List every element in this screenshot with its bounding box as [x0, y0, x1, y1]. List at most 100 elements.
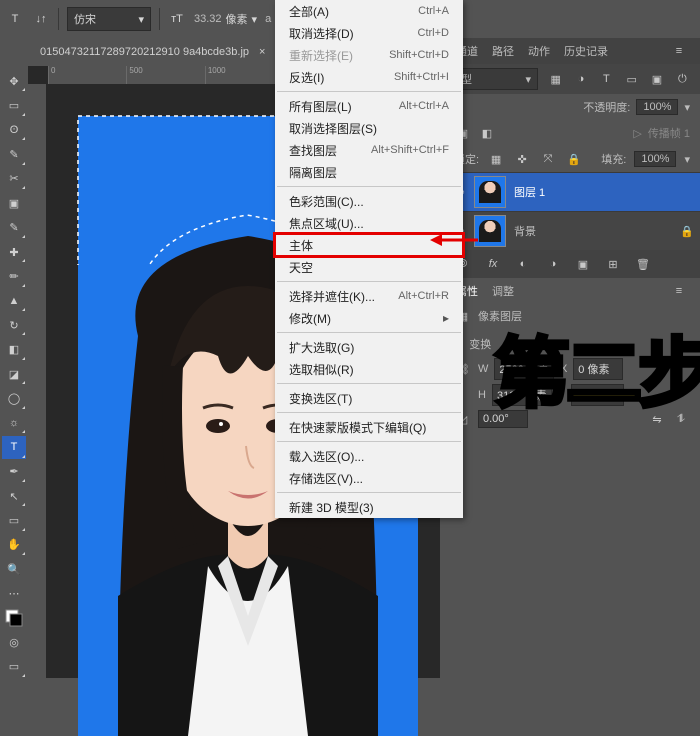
- font-family-value: 仿宋: [74, 11, 96, 27]
- menu-all[interactable]: 全部(A)Ctrl+A: [275, 0, 463, 22]
- filter-toggle-switch[interactable]: ⏻: [675, 70, 690, 88]
- adjustment-icon[interactable]: ◑: [544, 255, 562, 273]
- unify-icon[interactable]: ◧: [478, 124, 496, 142]
- lock-pixels-icon[interactable]: ▦: [487, 150, 505, 168]
- swap-orientation-icon[interactable]: ↓↑: [32, 10, 50, 28]
- layers-list: 👁 图层 1 👁 背景 🔒: [444, 172, 700, 250]
- menu-inverse[interactable]: 反选(I)Shift+Ctrl+I: [275, 66, 463, 88]
- antialias-a1: a: [265, 13, 271, 25]
- layer-thumbnail[interactable]: [474, 215, 506, 247]
- menu-deselect[interactable]: 取消选择(D)Ctrl+D: [275, 22, 463, 44]
- filter-adjust-icon[interactable]: ◑: [573, 70, 588, 88]
- propagate-label: 传播帧 1: [648, 125, 690, 141]
- stamp-tool[interactable]: ▲: [2, 290, 26, 312]
- history-brush-tool[interactable]: ↻: [2, 314, 26, 336]
- filter-shape-icon[interactable]: ▭: [624, 70, 639, 88]
- menu-deselect-layers[interactable]: 取消选择图层(S): [275, 117, 463, 139]
- delete-icon[interactable]: 🗑: [634, 255, 652, 273]
- quick-select-tool[interactable]: ✎: [2, 143, 26, 165]
- filter-type-icon[interactable]: T: [599, 70, 614, 88]
- close-icon[interactable]: ×: [259, 46, 265, 58]
- top-panel-tabs: 通道 路径 动作 历史记录 ≡: [444, 38, 700, 64]
- menu-color-range[interactable]: 色彩范围(C)...: [275, 190, 463, 212]
- eraser-tool[interactable]: ◧: [2, 338, 26, 360]
- blur-tool[interactable]: ◯: [2, 387, 26, 409]
- chevron-down-icon: ▾: [138, 13, 144, 26]
- properties-tabs: 属性 调整 ≡: [444, 278, 700, 304]
- w-label: W: [478, 363, 488, 375]
- new-layer-icon[interactable]: ⊞: [604, 255, 622, 273]
- eyedropper-tool[interactable]: ✎: [2, 216, 26, 238]
- document-tab[interactable]: 01504732117289720212910 9a4bcde3b.jp ×: [30, 38, 275, 66]
- screenmode-toggle[interactable]: ▭: [2, 656, 26, 678]
- menu-new-3d[interactable]: 新建 3D 模型(3): [275, 496, 463, 518]
- lock-row: 锁定: ▦ ✜ ⤧ 🔒 填充: 100%▾: [444, 146, 700, 172]
- hand-tool[interactable]: ✋: [2, 534, 26, 556]
- layer-row[interactable]: 👁 背景 🔒: [444, 211, 700, 250]
- menu-select-and-mask[interactable]: 选择并遮住(K)...Alt+Ctrl+R: [275, 285, 463, 307]
- layer-name[interactable]: 图层 1: [514, 184, 545, 200]
- document-tab-label: 01504732117289720212910 9a4bcde3b.jp: [40, 46, 249, 58]
- crop-tool[interactable]: ✂: [2, 168, 26, 190]
- panel-menu-icon[interactable]: ≡: [670, 42, 688, 60]
- menu-sky[interactable]: 天空: [275, 256, 463, 278]
- fg-bg-swatch[interactable]: [2, 607, 26, 629]
- menu-transform-selection[interactable]: 变换选区(T): [275, 387, 463, 409]
- font-family-dropdown[interactable]: 仿宋 ▾: [67, 7, 151, 31]
- path-select-tool[interactable]: ↖: [2, 485, 26, 507]
- gradient-tool[interactable]: ◪: [2, 363, 26, 385]
- layer-name[interactable]: 背景: [514, 223, 536, 239]
- menu-isolate-layers[interactable]: 隔离图层: [275, 161, 463, 183]
- lock-artboard-icon[interactable]: ⤧: [539, 150, 557, 168]
- menu-find-layers[interactable]: 查找图层Alt+Shift+Ctrl+F: [275, 139, 463, 161]
- group-icon[interactable]: ▣: [574, 255, 592, 273]
- propagate-arrow-icon: ▷: [633, 127, 641, 140]
- divider: [159, 8, 160, 30]
- filter-pixel-icon[interactable]: ▦: [548, 70, 563, 88]
- menu-edit-quickmask[interactable]: 在快速蒙版模式下编辑(Q): [275, 416, 463, 438]
- tab-history[interactable]: 历史记录: [564, 43, 608, 59]
- menu-modify[interactable]: 修改(M)▸: [275, 307, 463, 329]
- heal-tool[interactable]: ✚: [2, 241, 26, 263]
- lasso-tool[interactable]: ʘ: [2, 119, 26, 141]
- fx-icon[interactable]: fx: [484, 255, 502, 273]
- brush-tool[interactable]: ✏: [2, 265, 26, 287]
- opacity-row: 不透明度: 100%▾: [444, 94, 700, 120]
- annotation-arrow-icon: [430, 230, 478, 250]
- frame-tool[interactable]: ▣: [2, 192, 26, 214]
- panel-menu-icon[interactable]: ≡: [670, 282, 688, 300]
- quickmask-toggle[interactable]: ◎: [2, 631, 26, 653]
- marquee-tool[interactable]: ▭: [2, 94, 26, 116]
- menu-reselect[interactable]: 重新选择(E)Shift+Ctrl+D: [275, 44, 463, 66]
- fill-value[interactable]: 100%: [634, 151, 676, 167]
- menu-save-selection[interactable]: 存储选区(V)...: [275, 467, 463, 489]
- dodge-tool[interactable]: ☼: [2, 412, 26, 434]
- mask-icon[interactable]: ◐: [514, 255, 532, 273]
- menu-grow[interactable]: 扩大选取(G): [275, 336, 463, 358]
- layer-thumbnail[interactable]: [474, 176, 506, 208]
- edit-toolbar[interactable]: ⋯: [2, 583, 26, 605]
- zoom-field[interactable]: 33.32 像素 ▾: [194, 11, 257, 27]
- fill-label: 填充:: [591, 151, 626, 167]
- move-tool[interactable]: ✥: [2, 70, 26, 92]
- tab-adjust[interactable]: 调整: [492, 283, 514, 299]
- divider: [58, 8, 59, 30]
- menu-similar[interactable]: 选取相似(R): [275, 358, 463, 380]
- filter-smart-icon[interactable]: ▣: [649, 70, 664, 88]
- zoom-tool[interactable]: 🔍: [2, 558, 26, 580]
- zoom-value: 33.32: [194, 13, 222, 25]
- tab-actions[interactable]: 动作: [528, 43, 550, 59]
- shape-tool[interactable]: ▭: [2, 509, 26, 531]
- layer-row[interactable]: 👁 图层 1: [444, 172, 700, 211]
- opacity-value[interactable]: 100%: [636, 99, 678, 115]
- tab-paths[interactable]: 路径: [492, 43, 514, 59]
- lock-position-icon[interactable]: ✜: [513, 150, 531, 168]
- type-tool[interactable]: T: [2, 436, 26, 458]
- pen-tool[interactable]: ✒: [2, 461, 26, 483]
- lock-icon[interactable]: 🔒: [680, 225, 694, 238]
- layer-kind-dropdown[interactable]: 型▾: [454, 68, 538, 90]
- zoom-unit: 像素: [226, 11, 248, 27]
- menu-all-layers[interactable]: 所有图层(L)Alt+Ctrl+A: [275, 95, 463, 117]
- menu-load-selection[interactable]: 载入选区(O)...: [275, 445, 463, 467]
- lock-all-icon[interactable]: 🔒: [565, 150, 583, 168]
